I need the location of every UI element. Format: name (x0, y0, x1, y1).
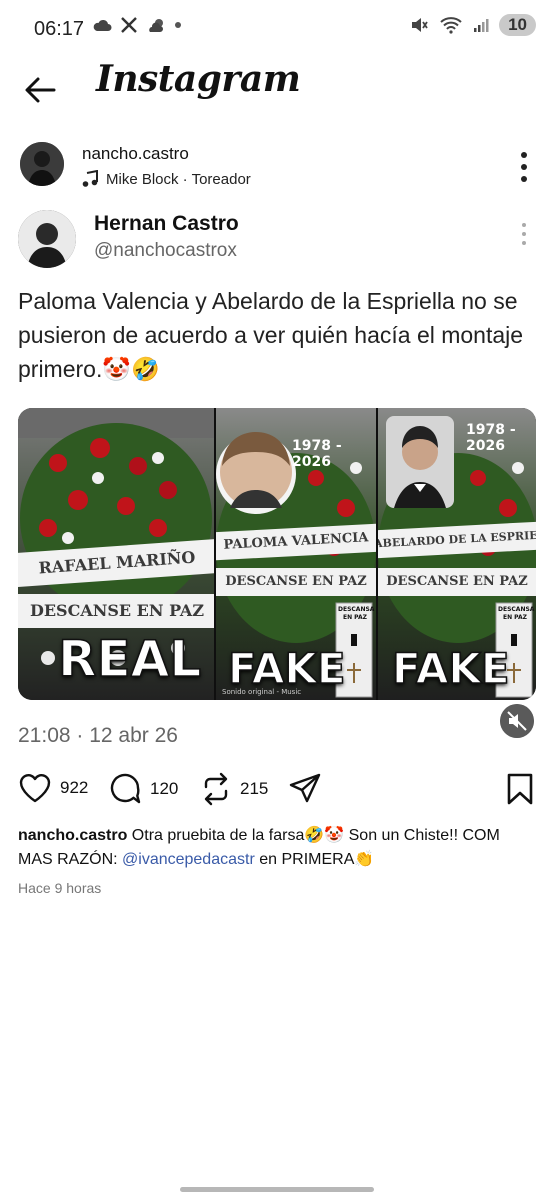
share-icon[interactable] (288, 772, 322, 806)
profile-photo (20, 142, 64, 186)
status-system-icons: 10 (409, 14, 536, 36)
tweet-date: 21:08 · 12 abr 26 (18, 724, 178, 747)
mute-status-icon (412, 18, 428, 32)
post-username[interactable]: nancho.castro (82, 144, 189, 164)
tweet-author-name: Hernan Castro (94, 212, 239, 235)
tweet-avatar (18, 210, 76, 268)
repost-icon (204, 772, 228, 806)
card-title-fake-2: DESCANSA EN PAZ (498, 606, 535, 621)
ribbon-rip-fake-2: DESCANSE EN PAZ (378, 568, 536, 596)
caption-text-end: en PRIMERA👏 (254, 851, 375, 868)
label-real: REAL (57, 629, 202, 689)
tweet-author-handle: @nanchocastrox (94, 240, 237, 261)
post-caption: nancho.castro Otra pruebita de la farsa🤣… (18, 824, 538, 872)
media-panel-fake-1: 1978 - 2026 PALOMA VALENCIA DESCANSE EN … (216, 408, 376, 700)
tweet-text: Paloma Valencia y Abelardo de la Espriel… (18, 288, 524, 382)
post-time-ago: Hace 9 horas (18, 880, 102, 896)
status-notification-icons (92, 16, 182, 34)
x-logo-icon (121, 17, 137, 33)
audio-label: Mike Block · Toreador (106, 170, 251, 188)
caption-username[interactable]: nancho.castro (18, 827, 127, 844)
years-fake-1: 1978 - 2026 (292, 438, 342, 470)
comment-button[interactable]: 120 (108, 772, 178, 806)
ribbon-rip-real: DESCANSE EN PAZ (18, 594, 214, 628)
home-indicator[interactable] (180, 1187, 374, 1192)
comment-icon (110, 773, 141, 804)
cloud-icon (93, 19, 112, 31)
more-options-icon[interactable] (516, 150, 532, 184)
label-fake-2: FAKE (391, 643, 510, 694)
app-title: Instagram (96, 58, 301, 100)
tweet-profile-photo (18, 210, 76, 268)
music-note-icon (82, 170, 98, 187)
label-fake-1: FAKE (227, 643, 346, 694)
card-title-fake-1: DESCANSA EN PAZ (338, 606, 375, 621)
media-panel-fake-2: 1978 - 2026 ABELARDO DE LA ESPRIELLA DES… (378, 408, 536, 700)
repost-count: 215 (240, 779, 269, 798)
audio-credit-overlay: Sonido original - Music (222, 688, 302, 696)
avatar[interactable] (20, 142, 64, 186)
like-button[interactable]: 922 (18, 772, 88, 804)
caption-mention-link[interactable]: @ivancepedacastr (122, 851, 255, 868)
tweet-more-icon (522, 223, 526, 245)
dot-icon (175, 22, 181, 28)
wifi-icon (440, 17, 462, 34)
post-actions: 922 120 215 (18, 772, 536, 808)
bookmark-icon[interactable] (506, 772, 534, 806)
post-audio[interactable]: Mike Block · Toreador (82, 170, 251, 188)
weather-icon (149, 19, 163, 32)
repost-button[interactable]: 215 (200, 772, 268, 806)
like-count: 922 (60, 778, 89, 797)
signal-icon (474, 19, 489, 32)
mute-toggle-icon[interactable] (500, 704, 534, 738)
status-time: 06:17 (34, 18, 85, 40)
status-bar: 06:17 10 (0, 0, 554, 60)
comment-count: 120 (150, 779, 179, 798)
back-arrow-icon[interactable] (20, 70, 60, 110)
media-panel-real: RAFAEL MARIÑO DESCANSE EN PAZ REAL (18, 408, 214, 700)
ribbon-rip-fake-1: DESCANSE EN PAZ (216, 568, 376, 596)
tweet-media[interactable]: RAFAEL MARIÑO DESCANSE EN PAZ REAL 1978 … (18, 408, 536, 700)
heart-icon (19, 774, 51, 803)
years-fake-2: 1978 - 2026 (466, 422, 516, 454)
battery-indicator: 10 (499, 14, 536, 36)
